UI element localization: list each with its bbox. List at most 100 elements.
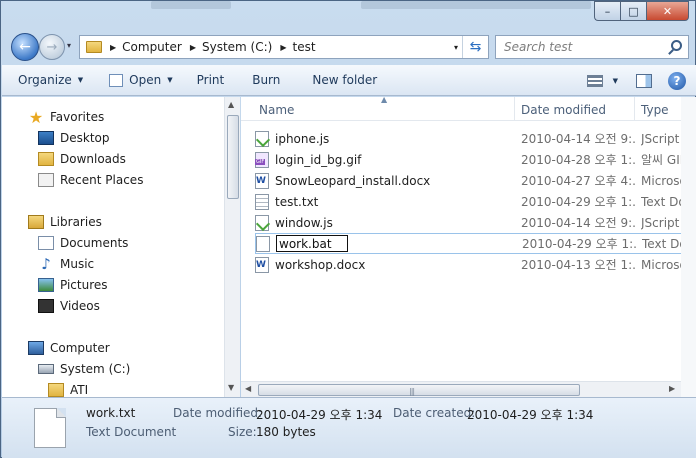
scrollbar-thumb[interactable]: |||	[258, 384, 580, 396]
recent-pages-dropdown[interactable]: ▾	[67, 41, 71, 50]
sidebar-item-documents[interactable]: Documents	[38, 233, 128, 253]
file-row[interactable]: SnowLeopard_install.docx 2010-04-27 오후 4:…	[255, 170, 696, 191]
breadcrumb-chevron-icon[interactable]: ▶	[190, 43, 196, 52]
minimize-button[interactable]: –	[594, 1, 620, 21]
word-file-icon	[255, 172, 269, 189]
change-view-icon[interactable]	[586, 74, 603, 87]
sidebar-item-system-drive[interactable]: System (C:)	[38, 359, 130, 379]
new-folder-label: New folder	[312, 73, 378, 87]
breadcrumb-item[interactable]: ▶ System (C:)	[190, 40, 273, 54]
search-box[interactable]	[495, 35, 689, 59]
sidebar-item-downloads[interactable]: Downloads	[38, 149, 126, 169]
refresh-button[interactable]: ⇆	[462, 36, 488, 58]
horizontal-scrollbar[interactable]: ◀ ||| ▶	[241, 381, 681, 397]
title-bar-ghost	[151, 1, 231, 9]
breadcrumb-computer[interactable]: Computer	[122, 40, 182, 54]
sidebar-item-recent-places[interactable]: Recent Places	[38, 170, 143, 190]
gif-file-icon	[255, 151, 269, 168]
breadcrumb-item[interactable]: ▶ test	[280, 40, 315, 54]
column-header-type[interactable]: Type	[641, 103, 669, 117]
chevron-down-icon[interactable]: ▼	[613, 77, 618, 85]
burn-button[interactable]: Burn	[246, 68, 286, 92]
rename-input[interactable]	[276, 235, 348, 252]
details-pane: work.txt Text Document Date modified: 20…	[2, 397, 696, 458]
file-date-modified: 2010-04-13 오전 1:...	[521, 258, 635, 272]
details-date-modified: 2010-04-29 오후 1:34	[256, 408, 383, 422]
folder-icon	[48, 383, 64, 397]
help-icon[interactable]: ?	[668, 71, 686, 90]
column-divider[interactable]	[634, 97, 635, 121]
breadcrumb-system-drive[interactable]: System (C:)	[202, 40, 272, 54]
sidebar-label: Pictures	[60, 278, 108, 292]
word-file-icon	[255, 256, 269, 273]
file-name: login_id_bg.gif	[275, 152, 362, 167]
file-row[interactable]: test.txt 2010-04-29 오후 1:... Text Doc	[255, 191, 696, 212]
back-arrow-icon: ←	[19, 39, 31, 55]
sidebar-item-libraries[interactable]: Libraries	[28, 212, 102, 232]
sidebar-item-computer[interactable]: Computer	[28, 338, 110, 358]
new-folder-button[interactable]: New folder	[306, 68, 383, 92]
file-row[interactable]: login_id_bg.gif2010-04-28 오후 1:...알씨 GIF	[255, 149, 696, 170]
sidebar-item-pictures[interactable]: Pictures	[38, 275, 108, 295]
window-controls: – □ ✕	[594, 1, 689, 21]
scroll-up-arrow-icon[interactable]: ▲	[228, 100, 234, 109]
navigation-pane-scrollbar[interactable]: ▲ ▼	[224, 97, 240, 397]
text-document-icon	[34, 408, 66, 448]
sidebar-label: Computer	[50, 341, 110, 355]
explorer-window: – □ ✕ ← → ▾ ▶ Computer ▶ System (C:) ▶ test…	[0, 0, 696, 458]
file-date-modified: 2010-04-27 오후 4:...	[521, 174, 635, 188]
search-icon[interactable]	[671, 40, 682, 51]
sidebar-item-videos[interactable]: Videos	[38, 296, 100, 316]
file-date-modified: 2010-04-14 오전 9:...	[521, 216, 635, 230]
scroll-down-arrow-icon[interactable]: ▼	[228, 383, 234, 392]
sidebar-item-ati[interactable]: ATI	[48, 380, 88, 397]
maximize-button[interactable]: □	[620, 1, 646, 21]
open-button[interactable]: Open ▼	[103, 68, 178, 92]
title-bar-ghost	[361, 1, 591, 9]
close-button[interactable]: ✕	[646, 1, 689, 21]
file-row[interactable]: iphone.js 2010-04-14 오전 9:... JScript Sc	[255, 128, 696, 149]
file-list-scroll-gutter	[681, 97, 696, 397]
breadcrumb-test[interactable]: test	[292, 40, 315, 54]
chevron-down-icon: ▼	[167, 76, 173, 84]
sidebar-label: ATI	[70, 383, 89, 397]
pictures-icon	[38, 278, 54, 292]
column-header-date-modified[interactable]: Date modified	[521, 103, 606, 117]
details-filetype: Text Document	[86, 425, 177, 439]
back-button[interactable]: ←	[11, 33, 39, 61]
breadcrumb-item[interactable]: ▶ Computer	[110, 40, 182, 54]
burn-label: Burn	[252, 73, 281, 87]
scrollbar-thumb[interactable]	[227, 115, 239, 199]
sidebar-item-desktop[interactable]: Desktop	[38, 128, 110, 148]
documents-icon	[38, 236, 54, 250]
file-row[interactable]: 2010-04-29 오후 1:...Text Doc	[255, 233, 696, 254]
file-row[interactable]: window.js 2010-04-14 오전 9:... JScript Sc	[255, 212, 696, 233]
title-bar[interactable]: – □ ✕	[1, 1, 695, 29]
file-date-modified: 2010-04-28 오후 1:...	[521, 153, 635, 167]
breadcrumb-chevron-icon[interactable]: ▶	[110, 43, 116, 52]
sidebar-label: Libraries	[50, 215, 102, 229]
details-filename: work.txt	[86, 406, 136, 420]
navigation-row: ← → ▾ ▶ Computer ▶ System (C:) ▶ test ▾ ⇆	[1, 29, 695, 65]
file-row[interactable]: workshop.docx2010-04-13 오전 1:...Microsof	[255, 254, 696, 275]
search-input[interactable]	[504, 40, 664, 54]
forward-button[interactable]: →	[39, 34, 65, 60]
preview-pane-icon[interactable]	[636, 73, 652, 88]
address-bar[interactable]: ▶ Computer ▶ System (C:) ▶ test ▾ ⇆	[79, 35, 489, 59]
navigation-pane: ★ Favorites Desktop Downloads Recent Plac…	[2, 97, 240, 397]
sidebar-item-music[interactable]: ♪ Music	[38, 254, 94, 274]
file-date-modified: 2010-04-29 오후 1:...	[521, 195, 635, 209]
breadcrumb-chevron-icon[interactable]: ▶	[280, 43, 286, 52]
scroll-left-arrow-icon[interactable]: ◀	[245, 384, 251, 393]
sidebar-item-favorites[interactable]: ★ Favorites	[28, 107, 104, 127]
column-header-name[interactable]: Name	[259, 103, 294, 117]
scroll-right-arrow-icon[interactable]: ▶	[669, 384, 675, 393]
print-button[interactable]: Print	[191, 68, 231, 92]
open-with-icon	[109, 73, 124, 87]
address-dropdown-icon[interactable]: ▾	[454, 43, 458, 52]
libraries-icon	[28, 215, 44, 229]
column-divider[interactable]	[514, 97, 515, 121]
details-date-created: 2010-04-29 오후 1:34	[467, 408, 594, 422]
organize-button[interactable]: Organize ▼	[12, 68, 89, 92]
batch-file-icon	[256, 235, 270, 252]
